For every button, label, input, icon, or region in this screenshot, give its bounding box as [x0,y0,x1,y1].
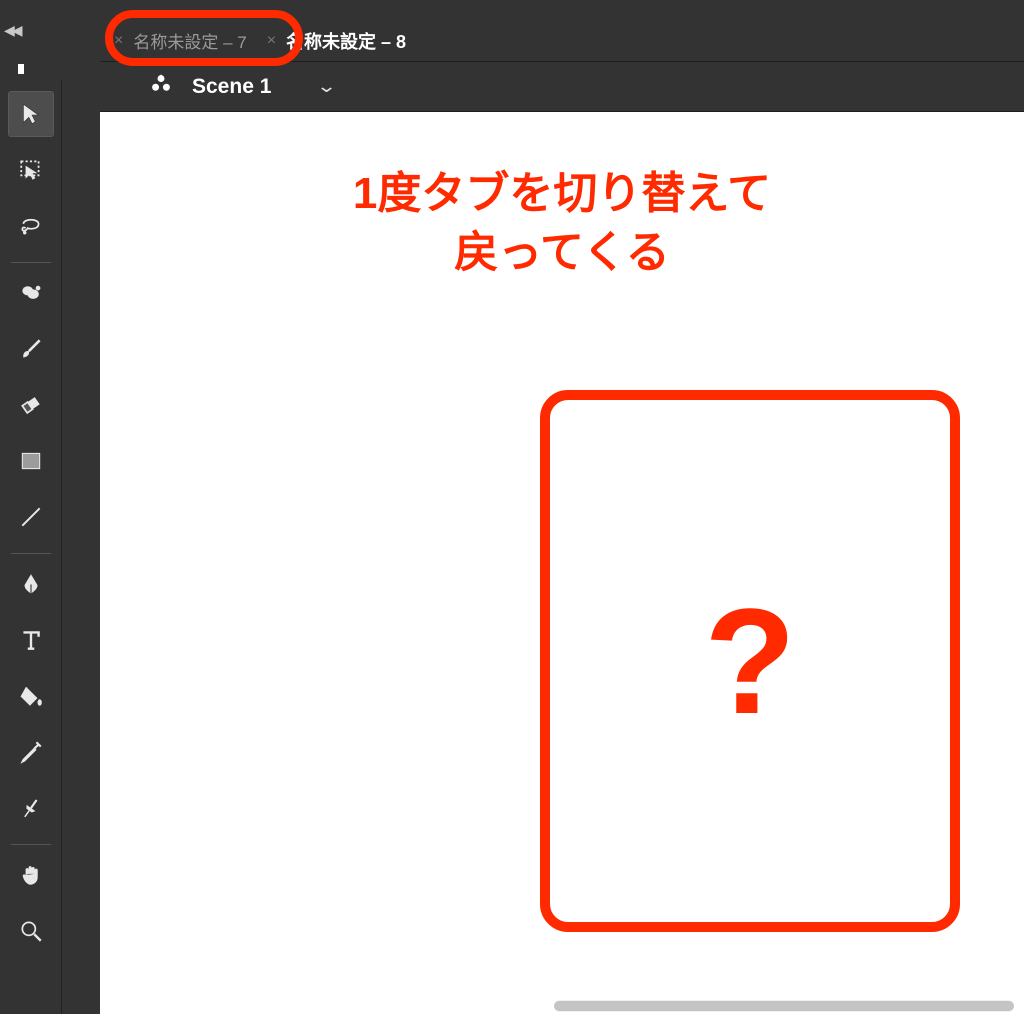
tool-separator [11,553,51,554]
document-tab-2[interactable]: × 名称未設定 – 8 [253,20,412,61]
close-icon[interactable]: × [263,31,280,51]
annotation-card: ? [540,390,960,932]
brush-blob-tool[interactable] [9,271,53,315]
paint-bucket-tool[interactable] [9,674,53,718]
horizontal-scrollbar[interactable] [554,1000,1014,1012]
scene-icon [148,71,174,102]
edit-bar: Scene 1 ⌄ [100,62,1024,112]
collapse-panels-icon[interactable]: ◀◀ [4,22,20,39]
pin-tool[interactable] [9,786,53,830]
chevron-down-icon[interactable]: ⌄ [316,76,337,97]
annotation-text: 1度タブを切り替えて 戻ってくる [100,164,1024,283]
document-tab-1[interactable]: × 名称未設定 – 7 [100,20,253,61]
eraser-tool[interactable] [9,383,53,427]
free-transform-tool[interactable] [9,148,53,192]
eyedropper-tool[interactable] [9,730,53,774]
selection-tool[interactable] [9,92,53,136]
lasso-tool[interactable] [9,204,53,248]
annotation-question-mark: ? [704,575,796,748]
tab-label: 名称未設定 – 8 [286,28,406,54]
panel-handle-icon [18,64,24,74]
tool-separator [11,844,51,845]
line-tool[interactable] [9,495,53,539]
document-tabs: × 名称未設定 – 7 × 名称未設定 – 8 [100,20,1024,62]
panel-gutter [62,62,100,1014]
brush-tool[interactable] [9,327,53,371]
text-tool[interactable] [9,618,53,662]
rectangle-tool[interactable] [9,439,53,483]
tools-panel [0,80,62,1014]
tool-separator [11,262,51,263]
scene-label[interactable]: Scene 1 [192,75,271,99]
tab-label: 名称未設定 – 7 [133,28,246,53]
close-icon[interactable]: × [110,31,127,51]
annotation-line-2: 戻ってくる [100,223,1024,282]
hand-tool[interactable] [9,853,53,897]
zoom-tool[interactable] [9,909,53,953]
pen-tool[interactable] [9,562,53,606]
scrollbar-thumb[interactable] [554,1001,1014,1011]
annotation-line-1: 1度タブを切り替えて [100,164,1024,223]
